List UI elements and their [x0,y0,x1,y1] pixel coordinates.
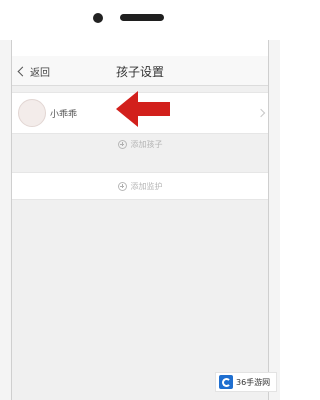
add-child-button[interactable]: 添加孩子 [12,136,268,152]
watermark-logo-icon [219,375,233,389]
page-title: 孩子设置 [115,65,164,79]
watermark-text: 36手游网 [236,377,271,387]
app-screen: 返回 孩子设置 小乖乖 添加孩子 添加监护 [12,56,268,400]
plus-circle-icon [117,181,127,191]
phone-bezel-left [0,40,12,400]
avatar [18,99,46,127]
add-guardian-button[interactable]: 添加监护 [12,172,268,200]
red-arrow-annotation [116,91,170,127]
add-guardian-label: 添加监护 [130,181,163,191]
phone-bezel-right [268,40,280,400]
add-child-label: 添加孩子 [130,139,163,149]
chevron-right-icon [256,108,266,118]
earpiece-speaker [120,14,164,21]
red-arrow-shape [116,91,170,127]
navigation-bar: 返回 孩子设置 [12,56,268,86]
plus-circle-icon [117,139,127,149]
phone-bezel-top [0,0,280,48]
site-watermark: 36手游网 [215,372,277,392]
child-name: 小乖乖 [50,110,78,120]
front-camera [93,13,103,23]
